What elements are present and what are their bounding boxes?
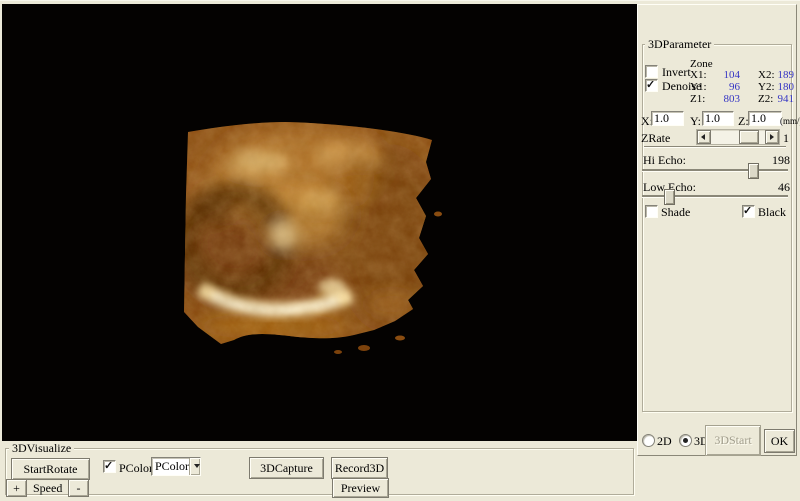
pcolor-dropdown[interactable]: PColor xyxy=(151,457,201,476)
denoise-checkbox[interactable] xyxy=(645,79,658,92)
zrate-right-arrow-icon[interactable] xyxy=(765,130,779,144)
separator-line xyxy=(644,146,786,148)
hi-echo-slider-thumb[interactable] xyxy=(748,163,759,179)
chevron-down-icon[interactable] xyxy=(189,458,200,475)
zone-x1-value: 104 xyxy=(712,69,740,81)
zone-y2-value: 180 xyxy=(770,81,794,93)
invert-checkbox[interactable] xyxy=(645,65,658,78)
record-3d-button[interactable]: Record3D xyxy=(331,457,388,479)
speed-plus-button[interactable]: + xyxy=(6,479,27,497)
scale-x-input[interactable] xyxy=(651,111,684,126)
app-window: 3DParameter Invert Denoise Zone X1: 104 … xyxy=(0,0,800,501)
parameter-panel: 3DParameter Invert Denoise Zone X1: 104 … xyxy=(637,4,797,456)
hi-echo-slider-track[interactable] xyxy=(642,169,788,172)
zone-y1-value: 96 xyxy=(712,81,740,93)
zone-z1-value: 803 xyxy=(712,93,740,105)
ultrasound-volume xyxy=(172,109,448,359)
speed-label: Speed xyxy=(33,482,62,494)
black-label: Black xyxy=(758,206,786,218)
speed-minus-button[interactable]: - xyxy=(68,479,89,497)
zone-x2-value: 189 xyxy=(770,69,794,81)
viewport-3d[interactable] xyxy=(2,4,637,441)
zrate-label: ZRate xyxy=(641,132,670,144)
zrate-value: 1 xyxy=(783,132,789,144)
scale-y-label: Y: xyxy=(690,115,701,127)
invert-label: Invert xyxy=(662,66,691,78)
scale-unit-label: (mm/p) xyxy=(780,115,800,127)
ultrasound-3d-render xyxy=(2,4,637,441)
hi-echo-value: 198 xyxy=(766,154,790,166)
low-echo-slider-thumb[interactable] xyxy=(664,189,675,205)
zrate-left-arrow-icon[interactable] xyxy=(697,130,711,144)
mode-2d-label: 2D xyxy=(657,435,672,447)
start-rotate-button[interactable]: StartRotate xyxy=(11,458,90,480)
shade-checkbox[interactable] xyxy=(645,205,658,218)
scale-z-input[interactable] xyxy=(748,111,782,126)
group-3dvisualize-title: 3DVisualize xyxy=(9,442,74,454)
scale-y-input[interactable] xyxy=(702,111,734,126)
group-3dparameter-title: 3DParameter xyxy=(645,38,714,50)
mode-2d-radio[interactable] xyxy=(642,434,655,447)
zrate-scrollbar[interactable] xyxy=(696,129,780,145)
zone-z2-value: 941 xyxy=(770,93,794,105)
preview-button[interactable]: Preview xyxy=(332,478,389,498)
black-checkbox[interactable] xyxy=(742,205,755,218)
low-echo-value: 46 xyxy=(766,181,790,193)
mode-3d-radio[interactable] xyxy=(679,434,692,447)
pcolor-checkbox[interactable] xyxy=(103,460,116,473)
zone-z1-label: Z1: xyxy=(690,93,705,105)
zone-y1-label: Y1: xyxy=(690,81,707,93)
shade-label: Shade xyxy=(661,206,690,218)
hi-echo-label: Hi Echo: xyxy=(643,154,686,166)
ok-button[interactable]: OK xyxy=(764,429,795,453)
zrate-scrollbar-thumb[interactable] xyxy=(739,130,759,144)
pcolor-label: PColor xyxy=(119,462,153,474)
pcolor-dropdown-value: PColor xyxy=(152,459,189,474)
zone-x1-label: X1: xyxy=(690,69,707,81)
capture-3d-button[interactable]: 3DCapture xyxy=(249,457,324,479)
start3d-button[interactable]: 3DStart xyxy=(705,425,761,456)
